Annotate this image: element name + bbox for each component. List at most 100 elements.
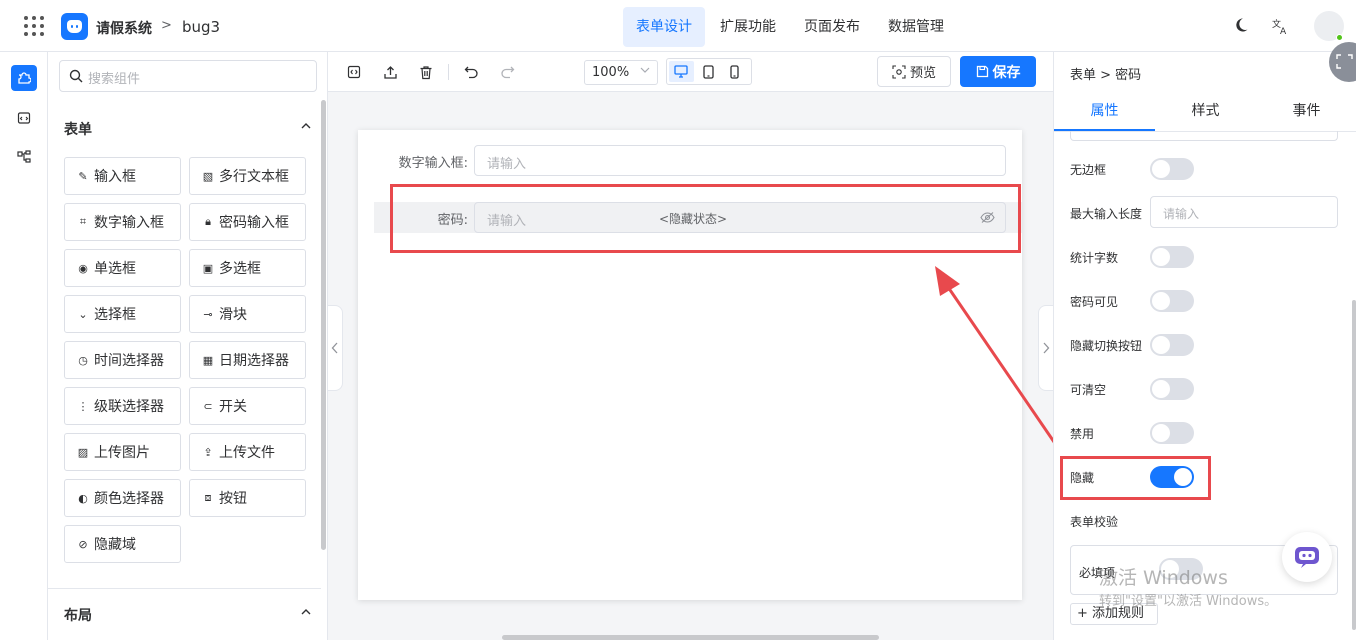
- component-label: 多行文本框: [219, 169, 289, 185]
- tree-icon[interactable]: [11, 144, 37, 170]
- component-label: 滑块: [219, 307, 247, 323]
- chevron-up-icon[interactable]: [300, 606, 312, 621]
- redo-icon[interactable]: [498, 63, 516, 81]
- component-label: 级联选择器: [94, 399, 164, 415]
- collapse-right-handle[interactable]: [1038, 305, 1053, 391]
- component-label: 按钮: [219, 491, 247, 507]
- panel-scrollbar[interactable]: [321, 100, 326, 550]
- breadcrumb-separator: >: [161, 18, 172, 33]
- no-border-switch[interactable]: [1150, 158, 1194, 180]
- component-label: 多选框: [219, 261, 261, 277]
- preview-button[interactable]: 预览: [877, 56, 951, 87]
- component-label: 开关: [219, 399, 247, 415]
- upload-icon: ⇪: [203, 445, 213, 459]
- max-length-input[interactable]: 请输入: [1150, 196, 1338, 228]
- validation-title: 表单校验: [1070, 515, 1119, 529]
- password-visible-switch[interactable]: [1150, 290, 1194, 312]
- nav-tab-form-design[interactable]: 表单设计: [623, 7, 705, 47]
- prop-password-visible: 密码可见: [1070, 288, 1350, 314]
- moon-icon[interactable]: [1232, 17, 1250, 35]
- code-view-icon[interactable]: [345, 63, 363, 81]
- checkbox-icon: ▣: [202, 261, 214, 275]
- zoom-select[interactable]: 100%: [584, 60, 658, 85]
- clearable-switch[interactable]: [1150, 378, 1194, 400]
- number-input[interactable]: 请输入: [474, 145, 1006, 176]
- app-name[interactable]: 请假系统: [96, 18, 152, 38]
- component-item[interactable]: ◷ 时间选择器: [64, 341, 181, 379]
- component-item[interactable]: ✎ 输入框: [64, 157, 181, 195]
- tab-events[interactable]: 事件: [1256, 92, 1356, 131]
- fullscreen-icon[interactable]: [1329, 42, 1356, 82]
- translate-icon[interactable]: 文A: [1272, 17, 1290, 37]
- component-item[interactable]: ▨ 上传图片: [64, 433, 181, 471]
- export-icon[interactable]: [381, 63, 399, 81]
- project-name[interactable]: bug3: [182, 18, 220, 36]
- component-label: 上传文件: [219, 445, 275, 461]
- eye-off-icon: ⊘: [78, 537, 88, 551]
- undo-icon[interactable]: [462, 63, 480, 81]
- component-item[interactable]: ⇪ 上传文件: [189, 433, 306, 471]
- component-label: 颜色选择器: [94, 491, 164, 507]
- design-canvas: 100% 预览 保存 数字输入框: 请输入 密码: 请输入 <隐藏状态>: [328, 52, 1053, 640]
- component-item[interactable]: ◉ 单选框: [64, 249, 181, 287]
- puzzle-icon[interactable]: [11, 65, 37, 91]
- collapse-left-handle[interactable]: [328, 305, 343, 391]
- windows-watermark-subtitle: 转到"设置"以激活 Windows。: [1099, 594, 1278, 609]
- word-count-switch[interactable]: [1150, 246, 1194, 268]
- device-switcher: [666, 58, 752, 85]
- apps-grid-icon[interactable]: [24, 16, 44, 36]
- canvas-horizontal-scrollbar[interactable]: [502, 635, 879, 640]
- component-label: 上传图片: [94, 445, 150, 461]
- save-icon: [976, 65, 989, 78]
- trash-icon[interactable]: [417, 63, 435, 81]
- zoom-value: 100%: [592, 65, 630, 80]
- search-placeholder: 搜索组件: [88, 72, 141, 87]
- number-icon: ⌗: [79, 215, 87, 228]
- input-placeholder: 请输入: [1163, 207, 1200, 221]
- component-item[interactable]: ▦ 日期选择器: [189, 341, 306, 379]
- section-title-layout[interactable]: 布局: [64, 605, 92, 625]
- component-item[interactable]: ⊘ 隐藏域: [64, 525, 181, 563]
- component-item[interactable]: ⊸ 滑块: [189, 295, 306, 333]
- disabled-switch[interactable]: [1150, 422, 1194, 444]
- desktop-icon[interactable]: [669, 61, 694, 82]
- code-icon[interactable]: [11, 105, 37, 131]
- component-item[interactable]: ⌄ 选择框: [64, 295, 181, 333]
- toolbar-divider: [448, 64, 449, 80]
- tab-attributes[interactable]: 属性: [1054, 92, 1155, 131]
- component-item[interactable]: ◐ 颜色选择器: [64, 479, 181, 517]
- tab-style[interactable]: 样式: [1155, 92, 1256, 131]
- mobile-icon[interactable]: [722, 61, 747, 82]
- component-item[interactable]: ⌗ 数字输入框: [64, 203, 181, 241]
- nav-tab-data[interactable]: 数据管理: [875, 7, 957, 47]
- props-scrollbar[interactable]: [1352, 300, 1356, 630]
- component-search-input[interactable]: 搜索组件: [59, 60, 317, 92]
- component-item[interactable]: ⋮ 级联选择器: [64, 387, 181, 425]
- prop-label: 禁用: [1070, 427, 1095, 441]
- slider-icon: ⊸: [203, 307, 213, 321]
- tablet-icon[interactable]: [696, 61, 721, 82]
- save-button[interactable]: 保存: [960, 56, 1036, 87]
- component-item[interactable]: ▧ 多行文本框: [189, 157, 306, 195]
- hide-toggle-switch[interactable]: [1150, 334, 1194, 356]
- chevron-down-icon: [640, 61, 650, 84]
- component-item[interactable]: ▣ 多选框: [189, 249, 306, 287]
- robot-icon: [1295, 547, 1319, 568]
- component-label: 输入框: [94, 169, 136, 185]
- component-item[interactable]: 🔒︎ 密码输入框: [189, 203, 306, 241]
- component-label: 密码输入框: [219, 215, 289, 231]
- component-item[interactable]: ⊂ 开关: [189, 387, 306, 425]
- cascader-icon: ⋮: [77, 399, 89, 413]
- section-divider: [48, 588, 321, 589]
- chevron-up-icon[interactable]: [300, 120, 312, 135]
- prop-no-border: 无边框: [1070, 156, 1350, 182]
- props-tabs: 属性 样式 事件: [1054, 92, 1356, 132]
- nav-tab-extensions[interactable]: 扩展功能: [707, 7, 789, 47]
- assistant-bot-button[interactable]: [1282, 532, 1332, 582]
- form-field-number[interactable]: 数字输入框: 请输入: [358, 145, 1022, 176]
- nav-tab-publish[interactable]: 页面发布: [791, 7, 873, 47]
- component-item[interactable]: ⧈ 按钮: [189, 479, 306, 517]
- component-label: 隐藏域: [94, 537, 136, 553]
- section-title-form[interactable]: 表单: [64, 119, 92, 139]
- textarea-icon: ▧: [202, 169, 214, 183]
